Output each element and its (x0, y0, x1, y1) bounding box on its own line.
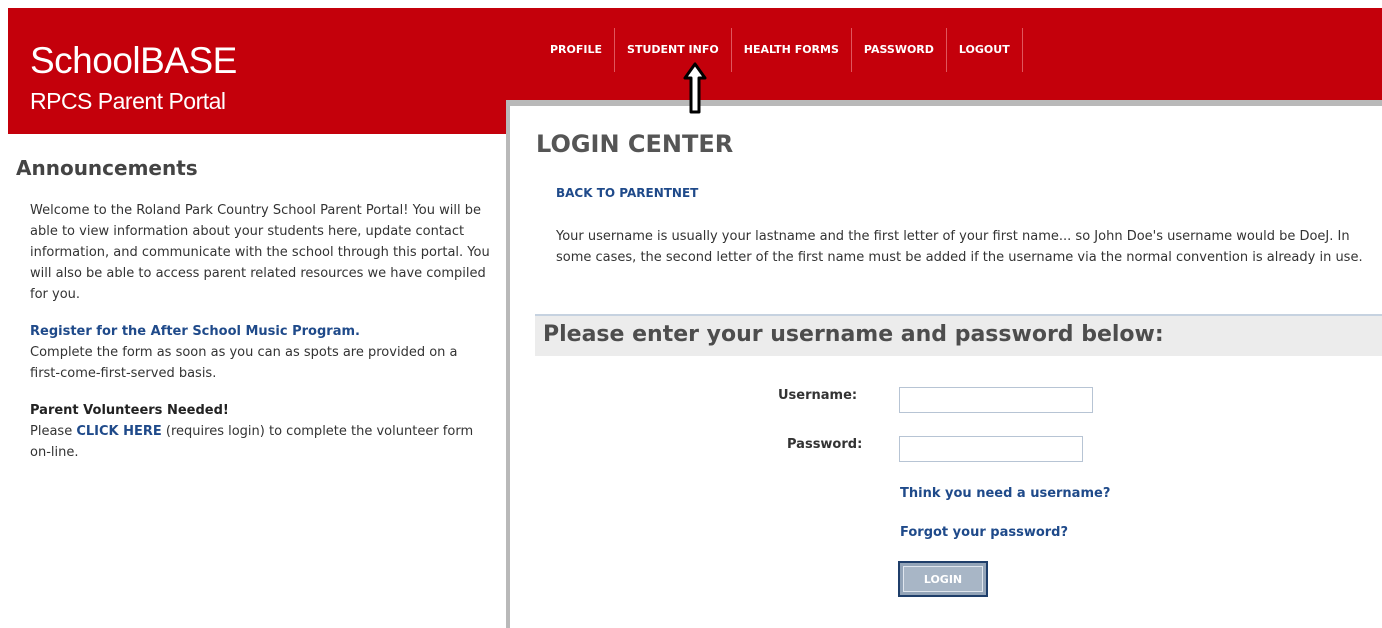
welcome-text: Welcome to the Roland Park Country Schoo… (30, 203, 490, 302)
nav-health-forms[interactable]: HEALTH FORMS (732, 28, 852, 72)
site-subtitle: RPCS Parent Portal (30, 88, 226, 114)
nav-logout[interactable]: LOGOUT (947, 28, 1023, 72)
top-nav: PROFILE STUDENT INFO HEALTH FORMS PASSWO… (538, 28, 1023, 72)
volunteer-prefix: Please (30, 424, 73, 439)
volunteer-title: Parent Volunteers Needed! (30, 403, 229, 418)
forgot-password-link[interactable]: Forgot your password? (900, 525, 1068, 540)
announcements-title: Announcements (16, 156, 198, 180)
login-prompt: Please enter your username and password … (543, 322, 1164, 347)
login-panel (506, 100, 1382, 628)
nav-password[interactable]: PASSWORD (852, 28, 947, 72)
need-username-link[interactable]: Think you need a username? (900, 486, 1110, 501)
password-input[interactable] (899, 436, 1083, 462)
password-label: Password: (787, 437, 863, 452)
login-title: LOGIN CENTER (536, 130, 734, 158)
nav-profile[interactable]: PROFILE (538, 28, 616, 72)
up-arrow-icon (683, 62, 707, 114)
register-music-link[interactable]: Register for the After School Music Prog… (30, 324, 360, 339)
username-info-text: Your username is usually your lastname a… (556, 229, 1363, 265)
login-button-label: LOGIN (903, 566, 983, 592)
username-label: Username: (778, 388, 858, 403)
volunteer-announcement: Parent Volunteers Needed! Please CLICK H… (30, 400, 490, 463)
username-input[interactable] (899, 387, 1093, 413)
announcements-body: Welcome to the Roland Park Country Schoo… (30, 200, 490, 479)
register-text: Complete the form as soon as you can as … (30, 345, 458, 381)
site-title: SchoolBASE (30, 40, 237, 81)
back-to-parentnet-link[interactable]: BACK TO PARENTNET (556, 186, 698, 200)
music-program-announcement: Register for the After School Music Prog… (30, 321, 490, 384)
nav-student-info[interactable]: STUDENT INFO (615, 28, 732, 72)
volunteer-click-here-link[interactable]: CLICK HERE (76, 424, 161, 439)
login-button[interactable]: LOGIN (898, 561, 988, 597)
